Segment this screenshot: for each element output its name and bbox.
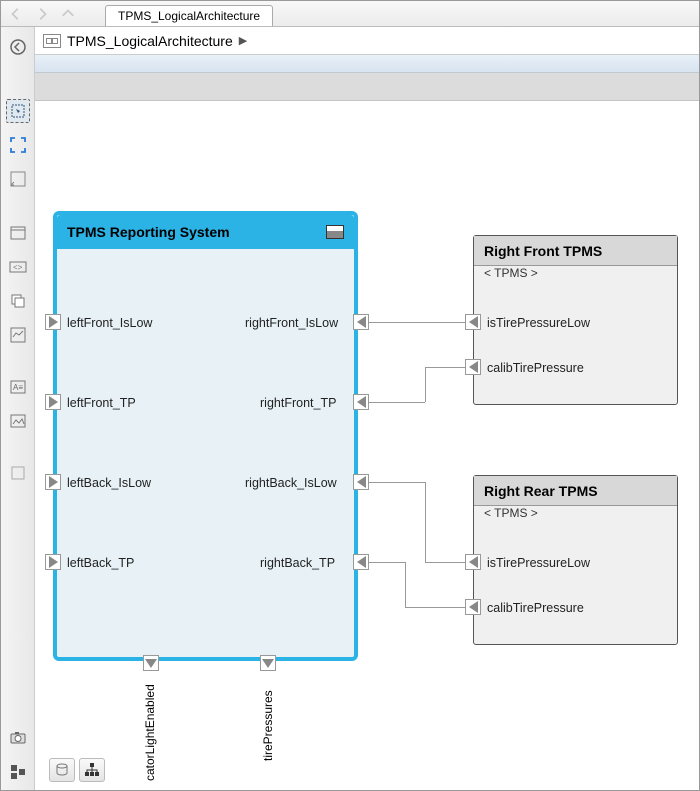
wire <box>425 482 426 562</box>
block-title: Right Rear TPMS <box>484 483 598 499</box>
wire <box>405 562 406 607</box>
port-leftback-islow[interactable]: leftBack_IsLow <box>67 476 151 490</box>
svg-text:A≡: A≡ <box>13 383 23 392</box>
port-leftfront-tp[interactable]: leftFront_TP <box>67 396 136 410</box>
subsystem-icon <box>326 225 344 239</box>
tool-explorer-icon[interactable] <box>6 760 30 784</box>
block-reporting-system[interactable]: TPMS Reporting System <box>53 211 358 661</box>
tool-blank-icon[interactable] <box>6 461 30 485</box>
tool-chart-icon[interactable] <box>6 323 30 347</box>
hierarchy-icon[interactable] <box>79 758 105 782</box>
port-in-box[interactable] <box>45 394 61 410</box>
tool-select-icon[interactable] <box>6 99 30 123</box>
port-out-box[interactable] <box>260 655 276 671</box>
port-in-box[interactable] <box>45 314 61 330</box>
model-icon <box>43 34 61 48</box>
port-rf-calibtirepressure[interactable]: calibTirePressure <box>487 361 584 375</box>
port-in-box[interactable] <box>45 474 61 490</box>
sub-toolbar <box>35 55 699 73</box>
nav-back-icon[interactable] <box>7 5 25 23</box>
block-title: TPMS Reporting System <box>67 224 230 240</box>
port-in-box[interactable] <box>353 474 369 490</box>
port-rightfront-tp[interactable]: rightFront_TP <box>260 396 336 410</box>
block-stereotype: < TPMS > <box>474 266 677 286</box>
tab-architecture[interactable]: TPMS_LogicalArchitecture <box>105 5 273 26</box>
wire <box>369 402 425 403</box>
breadcrumb-title[interactable]: TPMS_LogicalArchitecture <box>67 33 233 49</box>
port-in-box[interactable] <box>45 554 61 570</box>
block-header: TPMS Reporting System <box>57 215 354 249</box>
port-rr-istirepressurelow[interactable]: isTirePressureLow <box>487 556 590 570</box>
block-header: Right Rear TPMS <box>474 476 677 506</box>
db-icon[interactable] <box>49 758 75 782</box>
wire <box>425 367 465 368</box>
port-out-box[interactable] <box>465 599 481 615</box>
port-leftfront-islow[interactable]: leftFront_IsLow <box>67 316 152 330</box>
gray-toolbar <box>35 73 699 101</box>
port-rr-calibtirepressure[interactable]: calibTirePressure <box>487 601 584 615</box>
wire <box>369 322 465 323</box>
wire <box>369 482 425 483</box>
block-title: Right Front TPMS <box>484 243 602 259</box>
port-rightback-tp[interactable]: rightBack_TP <box>260 556 335 570</box>
svg-text:<>: <> <box>13 263 23 272</box>
canvas-bottom-icons <box>49 758 105 782</box>
port-tire-pressures: tirePressures <box>261 690 275 761</box>
wire <box>369 562 405 563</box>
port-leftback-tp[interactable]: leftBack_TP <box>67 556 134 570</box>
tool-zoom-icon[interactable] <box>6 167 30 191</box>
tool-annotation-icon[interactable]: A≡ <box>6 375 30 399</box>
diagram-canvas[interactable]: TPMS Reporting System leftFront_IsLow le… <box>35 101 699 790</box>
chevron-right-icon[interactable]: ▶ <box>239 34 247 47</box>
port-in-box[interactable] <box>353 554 369 570</box>
top-toolbar: TPMS_LogicalArchitecture <box>1 1 699 27</box>
port-out-box[interactable] <box>465 359 481 375</box>
left-toolbar: <> A≡ <box>1 27 35 790</box>
tool-back-icon[interactable] <box>6 35 30 59</box>
port-out-box[interactable] <box>143 655 159 671</box>
wire <box>425 367 426 402</box>
block-stereotype: < TPMS > <box>474 506 677 526</box>
tool-window-icon[interactable] <box>6 221 30 245</box>
block-header: Right Front TPMS <box>474 236 677 266</box>
tool-code-icon[interactable]: <> <box>6 255 30 279</box>
tool-copy-icon[interactable] <box>6 289 30 313</box>
nav-forward-icon[interactable] <box>33 5 51 23</box>
tool-fit-icon[interactable] <box>6 133 30 157</box>
wire <box>405 607 465 608</box>
port-out-box[interactable] <box>465 554 481 570</box>
tool-camera-icon[interactable] <box>6 726 30 750</box>
port-indicator-light: catorLightEnabled <box>143 684 157 781</box>
port-in-box[interactable] <box>353 394 369 410</box>
port-in-box[interactable] <box>353 314 369 330</box>
port-rightback-islow[interactable]: rightBack_IsLow <box>245 476 337 490</box>
port-rightfront-islow[interactable]: rightFront_IsLow <box>245 316 338 330</box>
breadcrumb: TPMS_LogicalArchitecture ▶ <box>35 27 699 55</box>
wire <box>425 562 465 563</box>
nav-up-icon[interactable] <box>59 5 77 23</box>
tool-image-icon[interactable] <box>6 409 30 433</box>
port-rf-istirepressurelow[interactable]: isTirePressureLow <box>487 316 590 330</box>
port-out-box[interactable] <box>465 314 481 330</box>
